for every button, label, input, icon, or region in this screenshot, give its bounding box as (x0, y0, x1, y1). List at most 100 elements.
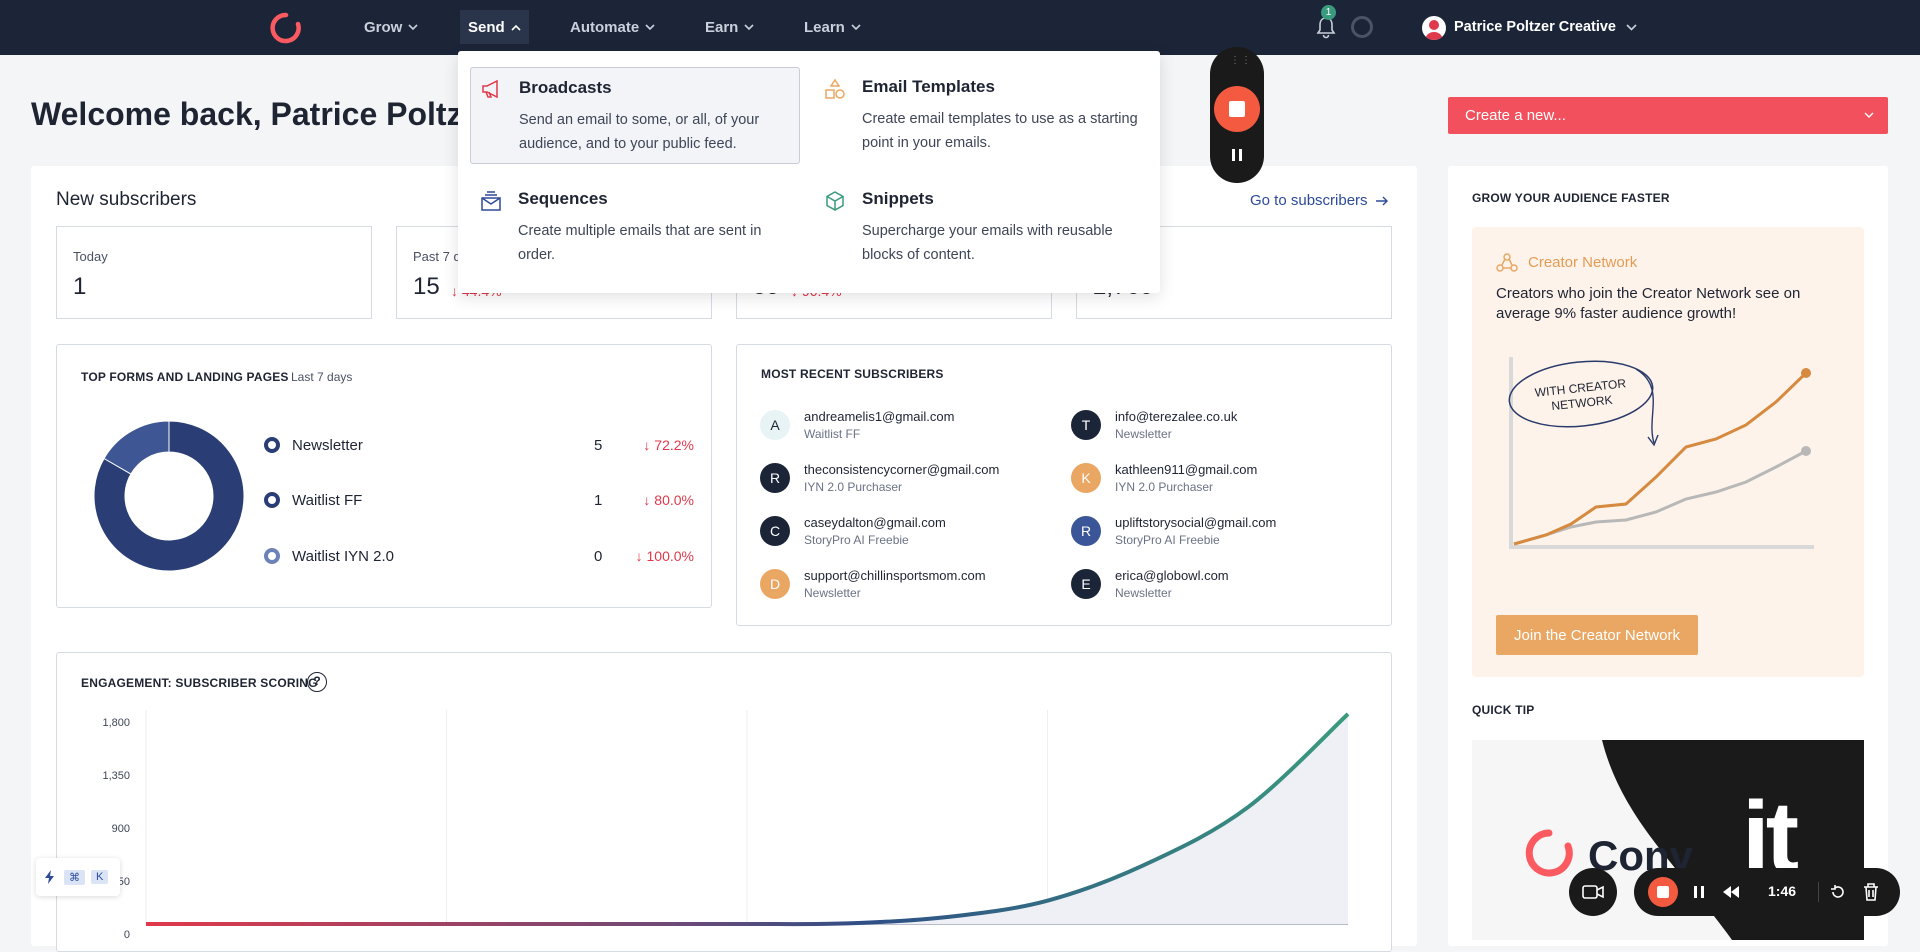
avatar[interactable] (1422, 16, 1446, 40)
cube-icon (824, 190, 846, 212)
command-shortcut-widget[interactable]: ⌘ K (36, 858, 120, 896)
subscriber-row[interactable]: Eerica@globowl.comNewsletter (1071, 568, 1229, 600)
chevron-down-icon[interactable] (1626, 24, 1637, 31)
form-row-waitlist-ff[interactable]: Waitlist FF1↓ 80.0% (264, 488, 694, 512)
go-to-subscribers-label: Go to subscribers (1250, 192, 1368, 209)
top-forms-period: Last 7 days (291, 370, 352, 384)
top-navigation-bar: Grow Send Automate Earn Learn 1 Patrice … (0, 0, 1920, 55)
stop-icon (1229, 101, 1245, 117)
nav-send-label: Send (468, 19, 505, 36)
subscriber-source: Newsletter (1115, 427, 1237, 441)
nav-grow-label: Grow (364, 19, 402, 36)
chevron-down-icon (851, 24, 861, 31)
subscriber-info: theconsistencycorner@gmail.comIYN 2.0 Pu… (804, 462, 999, 494)
stat-label: Today (73, 249, 108, 264)
form-count: 0 (594, 548, 602, 565)
subscriber-avatar: E (1071, 569, 1101, 599)
legend-dot (264, 492, 280, 508)
lightning-icon (44, 870, 56, 884)
pause-icon[interactable] (1692, 885, 1706, 899)
chevron-up-icon (511, 24, 521, 31)
camera-toggle-button[interactable] (1569, 868, 1617, 916)
join-creator-network-button[interactable]: Join the Creator Network (1496, 615, 1698, 655)
menu-item-snippets[interactable]: Snippets Supercharge your emails with re… (814, 179, 1144, 276)
convertkit-logo-icon (1524, 828, 1574, 878)
engagement-title: ENGAGEMENT: SUBSCRIBER SCORING (81, 676, 318, 690)
drag-handle-icon[interactable]: ⋮⋮ (1230, 55, 1252, 66)
subscriber-row[interactable]: Rupliftstorysocial@gmail.comStoryPro AI … (1071, 515, 1276, 547)
menu-item-broadcasts[interactable]: Broadcasts Send an email to some, or all… (470, 67, 800, 164)
subscriber-source: StoryPro AI Freebie (804, 533, 946, 547)
trash-icon[interactable] (1863, 883, 1879, 901)
subscriber-email: theconsistencycorner@gmail.com (804, 462, 999, 477)
subscriber-source: IYN 2.0 Purchaser (1115, 480, 1257, 494)
nav-send[interactable]: Send (460, 10, 529, 44)
sidebar-card: GROW YOUR AUDIENCE FASTER Creator Networ… (1448, 166, 1888, 946)
grow-audience-title: GROW YOUR AUDIENCE FASTER (1472, 191, 1670, 205)
go-to-subscribers-link[interactable]: Go to subscribers (1250, 192, 1389, 209)
chevron-down-icon (1864, 112, 1874, 118)
subscriber-row[interactable]: Tinfo@terezalee.co.ukNewsletter (1071, 409, 1237, 441)
subscriber-row[interactable]: Rtheconsistencycorner@gmail.comIYN 2.0 P… (760, 462, 999, 494)
convertkit-logo-icon[interactable] (270, 12, 302, 44)
pause-icon[interactable] (1230, 148, 1244, 162)
creator-network-title: Creator Network (1528, 254, 1637, 271)
form-count: 5 (594, 437, 602, 454)
chevron-down-icon (744, 24, 754, 31)
subscriber-avatar: R (760, 463, 790, 493)
stop-icon (1657, 886, 1669, 898)
subscriber-info: info@terezalee.co.uk Newsletter (1115, 409, 1237, 441)
shortcut-key: ⌘ (64, 870, 85, 885)
nav-earn-label: Earn (705, 19, 738, 36)
y-tick-label: 1,350 (80, 770, 130, 782)
menu-item-description: Create multiple emails that are sent in … (518, 219, 800, 267)
menu-item-title: Snippets (862, 189, 1144, 209)
form-change-value: 80.0% (654, 492, 694, 508)
menu-item-description: Supercharge your emails with reusable bl… (862, 219, 1144, 267)
forms-donut-chart (93, 420, 245, 572)
form-name: Newsletter (292, 437, 363, 454)
engagement-chart (140, 710, 1360, 934)
subscriber-row[interactable]: Kkathleen911@gmail.com IYN 2.0 Purchaser (1071, 462, 1257, 494)
form-name: Waitlist FF (292, 492, 362, 509)
stop-recording-button[interactable] (1648, 877, 1678, 907)
restart-icon[interactable] (1830, 884, 1846, 900)
nav-grow[interactable]: Grow (364, 0, 418, 55)
form-change-value: 72.2% (654, 437, 694, 453)
subscriber-row[interactable]: Aandreamelis1@gmail.com Waitlist FF (760, 409, 954, 441)
subscriber-source: StoryPro AI Freebie (1115, 533, 1276, 547)
legend-dot (264, 548, 280, 564)
rewind-icon[interactable] (1722, 885, 1740, 899)
subscriber-source: Waitlist FF (804, 427, 954, 441)
subscriber-email: andreamelis1@gmail.com (804, 409, 954, 424)
subscriber-avatar: K (1071, 463, 1101, 493)
video-camera-icon (1582, 885, 1604, 899)
nav-learn[interactable]: Learn (804, 0, 861, 55)
subscriber-source: Newsletter (804, 586, 986, 600)
form-row-newsletter[interactable]: Newsletter 5 ↓ 72.2% (264, 433, 694, 457)
loading-spinner-icon (1351, 16, 1373, 38)
user-name[interactable]: Patrice Poltzer Creative (1454, 19, 1616, 35)
create-new-select[interactable]: Create a new... (1448, 97, 1888, 134)
help-icon[interactable]: ? (307, 672, 327, 692)
subscriber-info: support@chillinsportsmom.com Newsletter (804, 568, 986, 600)
quick-tip-title: QUICK TIP (1472, 703, 1534, 717)
nav-learn-label: Learn (804, 19, 845, 36)
form-change: ↓ 80.0% (643, 492, 694, 508)
menu-item-description: Create email templates to use as a start… (862, 107, 1144, 155)
subscriber-info: andreamelis1@gmail.com Waitlist FF (804, 409, 954, 441)
nav-automate[interactable]: Automate (570, 0, 655, 55)
menu-item-sequences[interactable]: Sequences Create multiple emails that ar… (470, 179, 800, 276)
menu-item-email-templates[interactable]: Email Templates Create email templates t… (814, 67, 1144, 164)
subscriber-avatar: A (760, 410, 790, 440)
subscriber-row[interactable]: Ccaseydalton@gmail.comStoryPro AI Freebi… (760, 515, 946, 547)
stop-recording-button[interactable] (1214, 86, 1260, 132)
subscriber-email: info@terezalee.co.uk (1115, 409, 1237, 424)
nav-earn[interactable]: Earn (705, 0, 754, 55)
form-change: ↓ 72.2% (643, 437, 694, 453)
subscriber-email: support@chillinsportsmom.com (804, 568, 986, 583)
subscriber-avatar: D (760, 569, 790, 599)
form-row-waitlist-iyn[interactable]: Waitlist IYN 2.00↓ 100.0% (264, 544, 694, 568)
subscriber-row[interactable]: Dsupport@chillinsportsmom.com Newsletter (760, 568, 986, 600)
subscriber-email: kathleen911@gmail.com (1115, 462, 1257, 477)
